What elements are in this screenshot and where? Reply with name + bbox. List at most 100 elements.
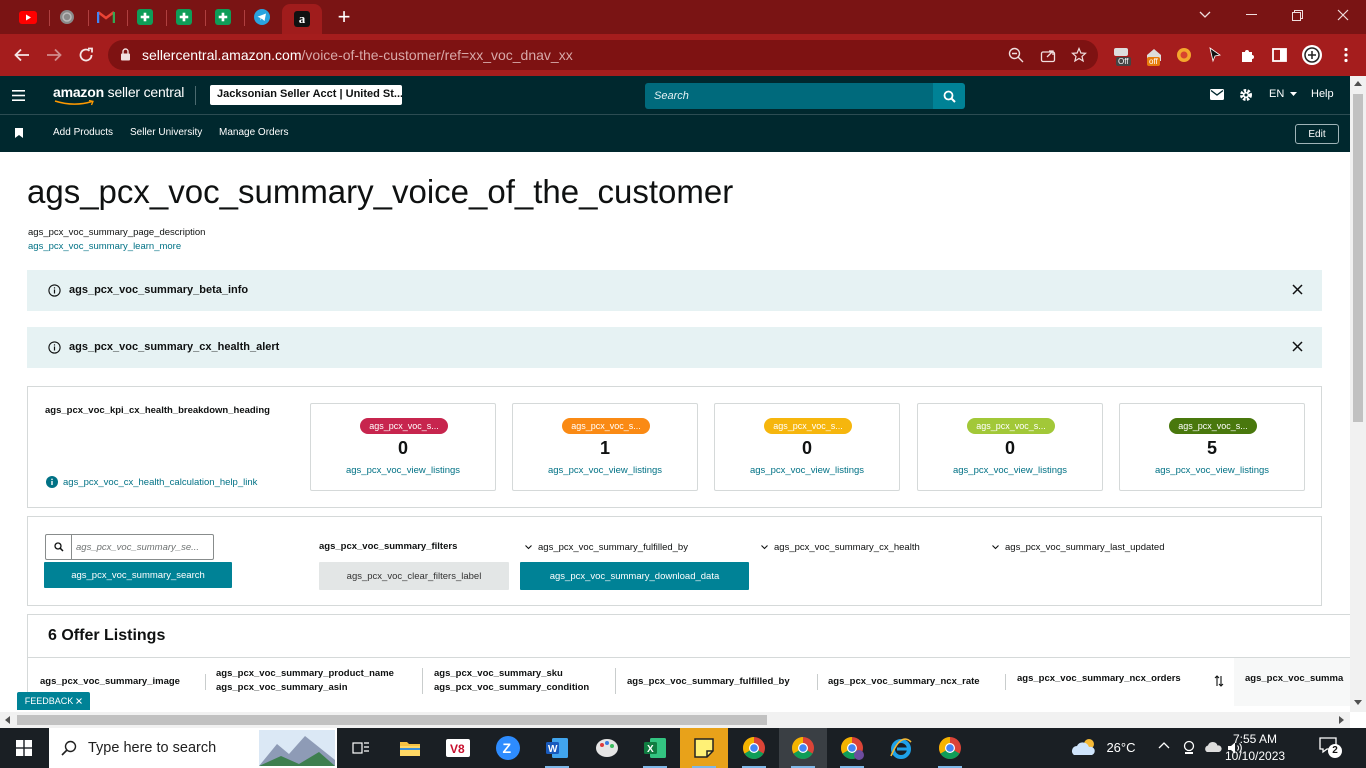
excel-app[interactable]: X <box>631 728 679 768</box>
column-header-asin[interactable]: ags_pcx_voc_summary_asin <box>216 682 348 693</box>
chrome-app-4[interactable] <box>926 728 974 768</box>
header-search-field[interactable] <box>645 83 935 109</box>
language-selector[interactable]: EN <box>1269 88 1298 100</box>
tray-network[interactable] <box>1204 741 1222 753</box>
edit-button[interactable]: Edit <box>1295 124 1339 144</box>
address-bar[interactable]: sellercentral.amazon.com/voice-of-the-cu… <box>108 40 1098 70</box>
settings-button[interactable] <box>1239 88 1253 102</box>
feedback-button[interactable]: FEEDBACK <box>17 692 90 710</box>
taskbar-clock[interactable]: 7:55 AM 10/10/2023 <box>1225 731 1285 765</box>
scroll-left-arrow-icon[interactable] <box>5 716 10 724</box>
sticky-notes-app[interactable] <box>680 728 728 768</box>
tab-gmail[interactable] <box>88 4 124 30</box>
app-v8[interactable]: V8 <box>434 728 482 768</box>
scroll-down-arrow-icon[interactable] <box>1354 700 1362 705</box>
extensions-button[interactable] <box>1237 45 1257 65</box>
view-listings-link[interactable]: ags_pcx_voc_view_listings <box>918 465 1102 476</box>
side-panel-button[interactable] <box>1269 45 1289 65</box>
share-icon[interactable] <box>1040 47 1056 63</box>
column-header-ncx-orders[interactable]: ags_pcx_voc_summary_ncx_orders <box>1017 673 1181 684</box>
extension-off-2[interactable]: off <box>1144 45 1164 66</box>
back-button[interactable] <box>10 43 34 67</box>
subnav-add-products[interactable]: Add Products <box>53 127 113 138</box>
account-switcher[interactable]: Jacksonian Seller Acct | United St... <box>210 85 402 105</box>
column-header-next[interactable]: ags_pcx_voc_summa <box>1245 673 1343 684</box>
hamburger-menu-button[interactable] <box>12 90 25 101</box>
tab-telegram[interactable] <box>244 4 280 30</box>
listing-search-input[interactable] <box>76 535 212 559</box>
vertical-scroll-thumb[interactable] <box>1353 94 1363 422</box>
profile-button[interactable] <box>1301 44 1323 66</box>
close-icon[interactable] <box>1291 283 1304 296</box>
column-header-sku[interactable]: ags_pcx_voc_summary_sku <box>434 668 563 679</box>
paint-app[interactable] <box>583 728 631 768</box>
column-header-condition[interactable]: ags_pcx_voc_summary_condition <box>434 682 589 693</box>
start-button[interactable] <box>0 728 48 768</box>
tray-camera[interactable] <box>1182 740 1196 755</box>
seller-central-logo[interactable]: amazon seller central <box>53 84 184 106</box>
bookmark-button[interactable] <box>15 128 23 138</box>
tab-youtube[interactable] <box>10 4 46 30</box>
minimize-button[interactable] <box>1228 0 1274 30</box>
extension-4[interactable] <box>1205 45 1225 65</box>
scroll-right-arrow-icon[interactable] <box>1339 716 1344 724</box>
reload-button[interactable] <box>74 43 98 67</box>
vertical-scrollbar[interactable] <box>1350 76 1366 712</box>
tab-globe[interactable] <box>49 4 85 30</box>
tab-search-button[interactable] <box>1182 0 1228 30</box>
column-header-ncx-rate[interactable]: ags_pcx_voc_summary_ncx_rate <box>828 676 980 687</box>
close-icon[interactable] <box>1291 340 1304 353</box>
show-hidden-icons-button[interactable] <box>1158 741 1170 749</box>
subnav-seller-university[interactable]: Seller University <box>130 127 202 138</box>
fulfilled-by-filter[interactable]: ags_pcx_voc_summary_fulfilled_by <box>525 542 688 553</box>
horizontal-scrollbar[interactable] <box>0 712 1350 728</box>
view-listings-link[interactable]: ags_pcx_voc_view_listings <box>513 465 697 476</box>
edge-app[interactable] <box>877 728 925 768</box>
chrome-app-3[interactable] <box>828 728 876 768</box>
forward-button[interactable] <box>42 43 66 67</box>
column-header-product-name[interactable]: ags_pcx_voc_summary_product_name <box>216 668 394 679</box>
tab-sheets-1[interactable]: ✚ <box>127 4 163 30</box>
view-listings-link[interactable]: ags_pcx_voc_view_listings <box>715 465 899 476</box>
extension-3[interactable] <box>1174 45 1194 65</box>
tab-sheets-3[interactable]: ✚ <box>205 4 241 30</box>
star-icon[interactable] <box>1071 47 1087 63</box>
help-link[interactable]: Help <box>1311 88 1334 100</box>
cx-health-help-link[interactable]: ags_pcx_voc_cx_health_calculation_help_l… <box>46 476 257 488</box>
chrome-app-2[interactable] <box>779 728 827 768</box>
sort-icon[interactable] <box>1214 675 1224 687</box>
search-button[interactable]: ags_pcx_voc_summary_search <box>44 562 232 588</box>
view-listings-link[interactable]: ags_pcx_voc_view_listings <box>311 465 495 476</box>
task-view-button[interactable] <box>337 728 385 768</box>
chevron-up-icon <box>1158 742 1170 749</box>
listing-search-field[interactable] <box>45 534 214 560</box>
close-window-button[interactable] <box>1320 0 1366 30</box>
view-listings-link[interactable]: ags_pcx_voc_view_listings <box>1120 465 1304 476</box>
tab-sheets-2[interactable]: ✚ <box>166 4 202 30</box>
header-search-button[interactable] <box>933 83 965 109</box>
extension-off-1[interactable]: Off <box>1112 45 1132 66</box>
file-explorer-app[interactable] <box>386 728 434 768</box>
chrome-app-1[interactable] <box>730 728 778 768</box>
notification-center-button[interactable]: 2 <box>1318 736 1350 760</box>
subnav-manage-orders[interactable]: Manage Orders <box>219 127 288 138</box>
header-search-input[interactable] <box>645 83 935 109</box>
chrome-menu-button[interactable] <box>1336 45 1356 65</box>
scroll-up-arrow-icon[interactable] <box>1354 81 1362 86</box>
zoom-icon[interactable] <box>1008 47 1024 63</box>
taskbar-search[interactable]: Type here to search <box>49 728 337 768</box>
learn-more-link[interactable]: ags_pcx_voc_summary_learn_more <box>28 241 181 252</box>
tab-amazon[interactable]: a <box>282 4 322 34</box>
new-tab-button[interactable]: + <box>326 4 362 30</box>
restore-button[interactable] <box>1274 0 1320 30</box>
clear-filters-button[interactable]: ags_pcx_voc_clear_filters_label <box>319 562 509 590</box>
messages-button[interactable] <box>1210 89 1224 100</box>
column-header-fulfilled-by[interactable]: ags_pcx_voc_summary_fulfilled_by <box>627 676 790 687</box>
horizontal-scroll-thumb[interactable] <box>17 715 767 725</box>
last-updated-filter[interactable]: ags_pcx_voc_summary_last_updated <box>992 542 1164 553</box>
download-data-button[interactable]: ags_pcx_voc_summary_download_data <box>520 562 749 590</box>
word-app[interactable]: W <box>533 728 581 768</box>
zoom-app[interactable]: Z <box>484 728 532 768</box>
cx-health-filter[interactable]: ags_pcx_voc_summary_cx_health <box>761 542 920 553</box>
weather-widget[interactable]: 26°C <box>1070 738 1136 756</box>
